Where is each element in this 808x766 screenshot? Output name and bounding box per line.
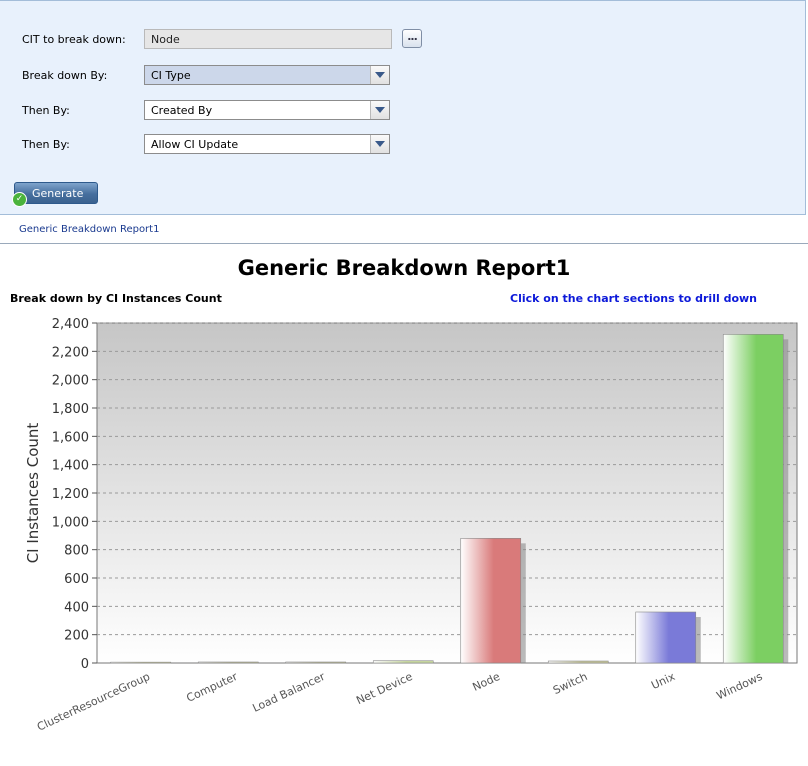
y-tick-label: 1,800 xyxy=(52,402,89,417)
y-tick-label: 1,400 xyxy=(52,459,89,474)
x-tick-label: Windows xyxy=(715,670,765,703)
y-tick-label: 800 xyxy=(64,544,89,559)
bar-computer[interactable] xyxy=(197,661,259,664)
x-tick-label: Node xyxy=(470,670,502,694)
y-axis-label: CI Instances Count xyxy=(24,423,42,564)
x-tick-label: Switch xyxy=(551,670,589,697)
bar-windows[interactable] xyxy=(722,334,784,664)
x-tick-label: ClusterResourceGroup xyxy=(35,670,152,734)
bar-switch[interactable] xyxy=(547,660,609,664)
x-tick-label: Load Balancer xyxy=(251,670,328,715)
y-tick-label: 1,600 xyxy=(52,430,89,445)
y-tick-label: 400 xyxy=(64,600,89,615)
x-tick-label: Computer xyxy=(184,670,239,705)
bar-load-balancer[interactable] xyxy=(285,661,347,664)
x-tick-label: Unix xyxy=(649,670,677,692)
x-tick-label: Net Device xyxy=(354,670,414,707)
y-tick-label: 2,000 xyxy=(52,374,89,389)
y-tick-label: 1,000 xyxy=(52,515,89,530)
y-tick-label: 1,200 xyxy=(52,487,89,502)
y-tick-label: 200 xyxy=(64,629,89,644)
bar-node[interactable] xyxy=(460,538,522,664)
bar-unix[interactable] xyxy=(635,611,697,664)
y-tick-label: 2,200 xyxy=(52,345,89,360)
y-tick-label: 2,400 xyxy=(52,317,89,332)
bar-clusterresourcegroup[interactable] xyxy=(110,661,172,664)
bar-chart: 0 200 400 600 800 1,000 1,200 1,400 1,600 1,800 2,… xyxy=(24,317,798,734)
y-tick-label: 0 xyxy=(81,657,89,672)
y-tick-label: 600 xyxy=(64,572,89,587)
bar-net-device[interactable] xyxy=(372,660,434,664)
